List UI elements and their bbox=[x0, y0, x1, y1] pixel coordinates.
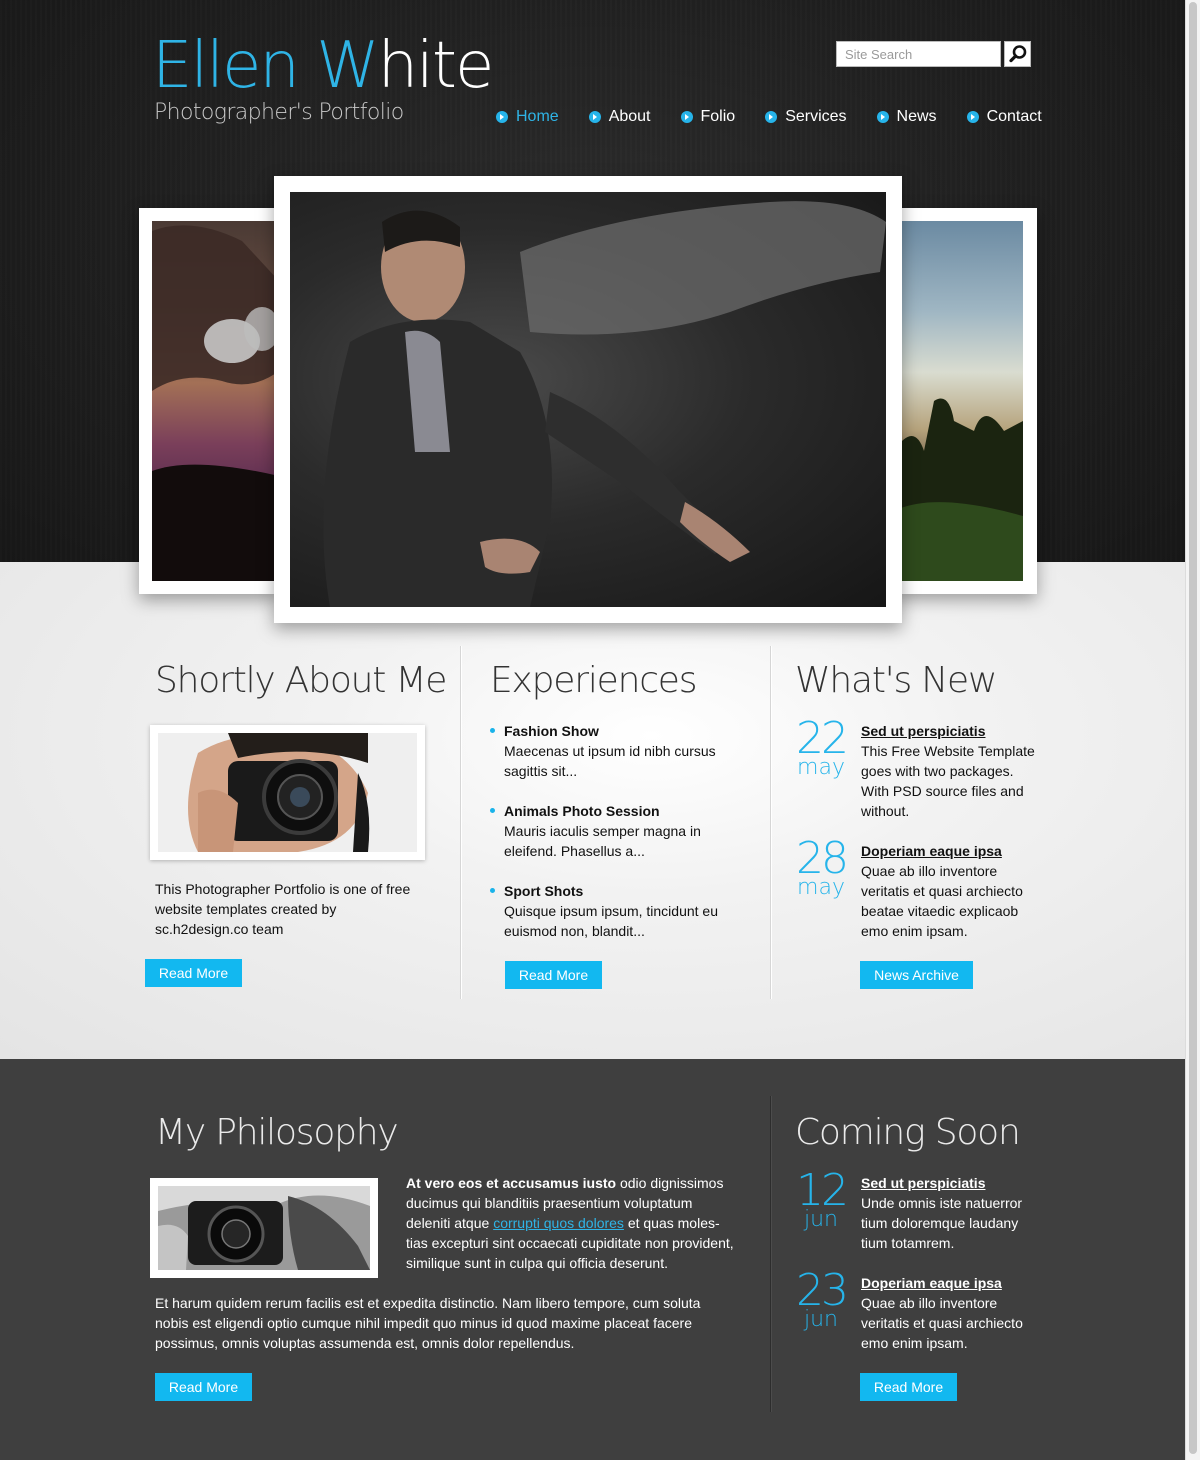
philosophy-text: Et harum quidem rerum facilis est et exp… bbox=[155, 1295, 701, 1351]
coming-soon-text: Unde omnis iste natuerror tium doloremqu… bbox=[861, 1195, 1023, 1251]
about-text: This Photographer Portfolio is one of fr… bbox=[155, 881, 411, 937]
bullet-icon bbox=[490, 728, 495, 733]
coming-soon-title: Coming Soon bbox=[795, 1112, 1021, 1153]
whats-new-title: What's New bbox=[795, 660, 997, 701]
about-photo[interactable] bbox=[150, 725, 425, 860]
about-image bbox=[158, 733, 417, 852]
search-input[interactable] bbox=[836, 41, 1001, 67]
nav-item-folio[interactable]: Folio bbox=[680, 106, 735, 128]
vertical-scrollbar[interactable] bbox=[1185, 0, 1200, 1460]
philosophy-title: My Philosophy bbox=[155, 1112, 399, 1153]
experience-title[interactable]: Fashion Show bbox=[504, 721, 744, 741]
news-title-link[interactable]: Sed ut perspiciatis bbox=[861, 721, 1036, 741]
slide-left-photo[interactable] bbox=[139, 208, 279, 594]
coming-soon-date: 23 jun bbox=[796, 1265, 849, 1332]
logo-first-name: Ellen bbox=[152, 29, 300, 103]
news-date: 28 may bbox=[796, 833, 849, 900]
news-archive-button[interactable]: News Archive bbox=[860, 961, 973, 989]
slide-main-image bbox=[290, 192, 886, 607]
main-nav: Home About Folio Services News Contact bbox=[496, 106, 1042, 128]
experience-item: Sport Shots Quisque ipsum ipsum, tincidu… bbox=[490, 881, 744, 941]
philosophy-photo[interactable] bbox=[150, 1178, 378, 1278]
slide-left-image bbox=[152, 221, 279, 581]
nav-item-home[interactable]: Home bbox=[496, 106, 559, 128]
nav-arrow-icon bbox=[966, 111, 979, 123]
nav-arrow-icon bbox=[765, 111, 778, 123]
coming-soon-text: Quae ab illo inventore veritatis et quas… bbox=[861, 1295, 1023, 1351]
column-divider bbox=[770, 646, 771, 999]
slide-main-photo[interactable] bbox=[274, 176, 902, 623]
news-text: This Free Website Template goes with two… bbox=[861, 743, 1035, 819]
column-divider bbox=[460, 646, 461, 999]
experiences-title: Experiences bbox=[490, 660, 698, 701]
logo-tagline: Photographer's Portfolio bbox=[154, 100, 404, 125]
nav-item-about[interactable]: About bbox=[588, 106, 651, 128]
experience-item: Animals Photo Session Mauris iaculis sem… bbox=[490, 801, 744, 861]
logo[interactable]: Ellen White bbox=[152, 29, 494, 103]
slide-right-image bbox=[894, 221, 1023, 581]
experience-item: Fashion Show Maecenas ut ipsum id nibh c… bbox=[490, 721, 744, 781]
search-icon bbox=[1008, 45, 1026, 63]
about-title: Shortly About Me bbox=[155, 660, 447, 701]
bullet-icon bbox=[490, 888, 495, 893]
philosophy-read-more-button[interactable]: Read More bbox=[155, 1373, 252, 1401]
experience-title[interactable]: Sport Shots bbox=[504, 881, 744, 901]
slide-right-photo[interactable] bbox=[894, 208, 1037, 594]
coming-soon-title-link[interactable]: Doperiam eaque ipsa bbox=[861, 1273, 1036, 1293]
bullet-icon bbox=[490, 808, 495, 813]
experience-text: Quisque ipsum ipsum, tincidunt eu euismo… bbox=[504, 903, 718, 939]
coming-soon-read-more-button[interactable]: Read More bbox=[860, 1373, 957, 1401]
nav-arrow-icon bbox=[588, 111, 601, 123]
experience-title[interactable]: Animals Photo Session bbox=[504, 801, 744, 821]
scrollbar-thumb[interactable] bbox=[1189, 2, 1197, 1454]
nav-item-news[interactable]: News bbox=[876, 106, 937, 128]
philosophy-inline-link[interactable]: corrupti quos dolores bbox=[493, 1215, 624, 1231]
experiences-read-more-button[interactable]: Read More bbox=[505, 961, 602, 989]
nav-arrow-icon bbox=[876, 111, 889, 123]
nav-arrow-icon bbox=[496, 111, 508, 123]
news-date: 22 may bbox=[796, 713, 849, 780]
news-title-link[interactable]: Doperiam eaque ipsa bbox=[861, 841, 1036, 861]
about-read-more-button[interactable]: Read More bbox=[145, 959, 242, 987]
page: Ellen White Photographer's Portfolio Hom… bbox=[0, 0, 1185, 1460]
nav-item-contact[interactable]: Contact bbox=[966, 106, 1042, 128]
nav-item-services[interactable]: Services bbox=[765, 106, 847, 128]
philosophy-lead-text: At vero eos et accusamus iusto odio dign… bbox=[406, 1175, 734, 1271]
logo-last-name: White bbox=[316, 29, 494, 103]
philosophy-image bbox=[158, 1186, 370, 1270]
news-text: Quae ab illo inventore veritatis et quas… bbox=[861, 863, 1023, 939]
coming-soon-date: 12 jun bbox=[796, 1165, 849, 1232]
column-divider bbox=[770, 1096, 771, 1412]
experience-text: Maecenas ut ipsum id nibh cursus sagitti… bbox=[504, 743, 716, 779]
search-button[interactable] bbox=[1004, 41, 1031, 67]
experience-text: Mauris iaculis semper magna in eleifend.… bbox=[504, 823, 701, 859]
nav-arrow-icon bbox=[680, 111, 693, 123]
coming-soon-title-link[interactable]: Sed ut perspiciatis bbox=[861, 1173, 1036, 1193]
